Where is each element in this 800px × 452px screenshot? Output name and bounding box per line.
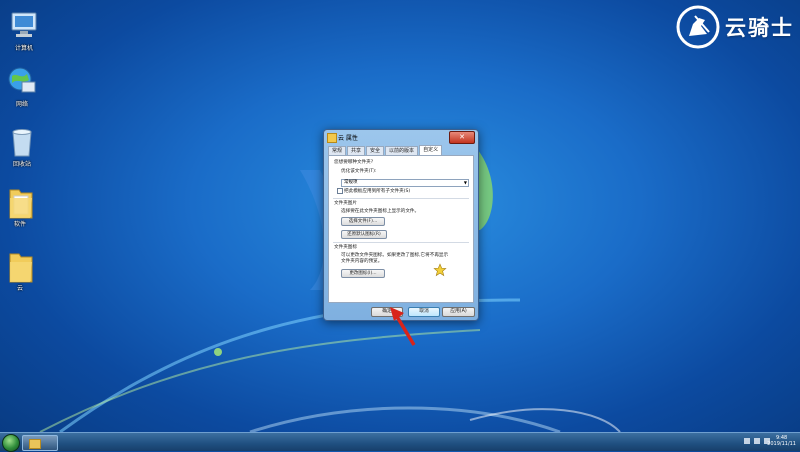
folder-icon <box>5 186 35 219</box>
tray-network-icon[interactable] <box>754 438 760 444</box>
desktop-icon-cloud-folder[interactable]: 云 <box>0 250 40 292</box>
annotation-arrow-icon <box>390 307 416 346</box>
brand-watermark: 云骑士 <box>675 2 794 52</box>
system-tray <box>744 438 770 444</box>
section-heading-folder-type: 您想要哪种文件夹? <box>334 160 374 165</box>
folder-icon <box>29 439 41 449</box>
desktop-icon-computer[interactable]: 计算机 <box>4 10 44 52</box>
optimize-label: 优化该文件夹(T): <box>341 169 377 174</box>
divider <box>333 242 469 243</box>
apply-subfolders-checkbox[interactable] <box>337 188 343 194</box>
folder-icon <box>5 250 35 283</box>
section-heading-folder-pictures: 文件夹图片 <box>334 201 357 206</box>
taskbar-explorer-button[interactable] <box>22 435 58 451</box>
dialog-title: 云 属性 <box>338 135 358 142</box>
desktop-icon-label: 回收站 <box>12 161 31 168</box>
desktop-icon-recycle-bin[interactable]: 回收站 <box>2 126 42 168</box>
desktop: 计算机 网络 回收站 软件 云 云骑士 云 属性 ✕ 常规 共享 安全 以前的版… <box>0 0 800 432</box>
dialog-titlebar[interactable]: 云 属性 ✕ <box>324 130 478 144</box>
desktop-icon-network[interactable]: 网络 <box>2 66 42 108</box>
optimize-select[interactable]: 常规项 ▼ <box>341 179 469 187</box>
network-globe-icon <box>7 66 37 96</box>
knight-logo-icon <box>676 5 720 49</box>
tray-flag-icon[interactable] <box>744 438 750 444</box>
close-button[interactable]: ✕ <box>449 131 475 144</box>
desktop-icon-label: 云 <box>16 285 23 292</box>
brand-text: 云骑士 <box>725 15 794 40</box>
restore-default-button[interactable]: 还原默认图标(R) <box>341 230 387 239</box>
start-button[interactable] <box>2 434 20 452</box>
desktop-icon-label: 计算机 <box>14 45 33 52</box>
apply-button[interactable]: 应用(A) <box>442 307 475 317</box>
taskbar-clock[interactable]: 9:48 2019/11/11 <box>767 435 796 447</box>
folder-pictures-description: 选择要在此文件夹图标上显示的文件。 <box>341 209 420 214</box>
recycle-bin-icon <box>7 126 37 157</box>
customize-panel: 您想要哪种文件夹? 优化该文件夹(T): 常规项 ▼ 把此模板应用到所有子文件夹… <box>328 155 474 303</box>
apply-subfolders-label: 把此模板应用到所有子文件夹(S) <box>344 189 411 194</box>
choose-file-button[interactable]: 选择文件(F)... <box>341 217 385 226</box>
folder-icon <box>327 133 337 143</box>
optimize-select-value: 常规项 <box>344 180 358 185</box>
desktop-icon-software-folder[interactable]: 软件 <box>0 186 40 228</box>
clock-date: 2019/11/11 <box>767 441 796 447</box>
folder-icons-description-line2: 文件夹内容的预览。 <box>341 259 383 264</box>
star-icon <box>433 263 447 277</box>
computer-icon <box>9 10 39 40</box>
taskbar: 9:48 2019/11/11 <box>0 432 800 452</box>
section-heading-folder-icons: 文件夹图标 <box>334 245 357 250</box>
folder-properties-dialog: 云 属性 ✕ 常规 共享 安全 以前的版本 自定义 您想要哪种文件夹? 优化该文… <box>323 129 479 321</box>
divider <box>333 198 469 199</box>
chevron-down-icon: ▼ <box>463 180 467 185</box>
desktop-icon-label: 软件 <box>13 221 26 228</box>
change-icon-button[interactable]: 更改图标(I)... <box>341 269 385 278</box>
desktop-icon-label: 网络 <box>15 101 28 108</box>
